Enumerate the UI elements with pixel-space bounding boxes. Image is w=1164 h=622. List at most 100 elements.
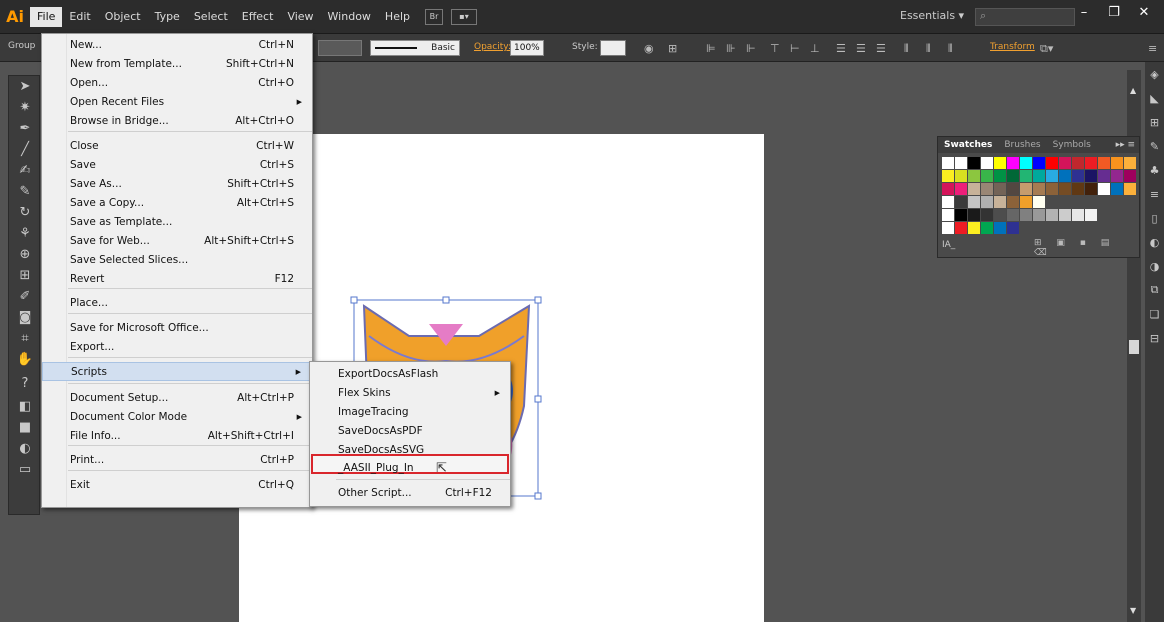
line-tool-icon[interactable]: ╱ bbox=[9, 139, 41, 160]
selection-tool-icon[interactable]: ➤ bbox=[9, 76, 41, 97]
tab-symbols[interactable]: Symbols bbox=[1047, 140, 1097, 150]
color-swatch[interactable] bbox=[981, 170, 993, 182]
graphic-style-dropdown[interactable] bbox=[600, 40, 626, 56]
swatch-library-menu[interactable]: IA_ bbox=[942, 240, 955, 250]
color-swatch[interactable] bbox=[981, 157, 993, 169]
color-swatch[interactable] bbox=[1020, 222, 1032, 234]
color-swatch[interactable] bbox=[1046, 209, 1058, 221]
color-swatch[interactable] bbox=[981, 183, 993, 195]
arrange-documents-button[interactable]: ▪▾ bbox=[451, 8, 477, 25]
brush-tool-icon[interactable]: ✍ bbox=[9, 160, 41, 181]
symbols-panel-icon[interactable]: ♣ bbox=[1145, 158, 1164, 182]
gradient-panel-icon[interactable]: ▯ bbox=[1145, 206, 1164, 230]
color-swatch[interactable] bbox=[994, 222, 1006, 234]
color-swatch[interactable] bbox=[955, 222, 967, 234]
color-swatch[interactable] bbox=[1098, 196, 1110, 208]
swatches-panel-icon[interactable]: ⊞ bbox=[1145, 110, 1164, 134]
transform-link[interactable]: Transform bbox=[990, 42, 1035, 52]
color-swatch[interactable] bbox=[955, 196, 967, 208]
color-swatch[interactable] bbox=[1020, 183, 1032, 195]
color-swatch[interactable] bbox=[955, 170, 967, 182]
menu-type[interactable]: Type bbox=[148, 7, 187, 27]
color-swatch[interactable] bbox=[955, 209, 967, 221]
color-swatch[interactable] bbox=[1059, 222, 1071, 234]
distribute-bottom-icon[interactable]: ☰ bbox=[876, 42, 886, 55]
color-swatch[interactable] bbox=[1072, 209, 1084, 221]
color-swatch[interactable] bbox=[942, 157, 954, 169]
color-swatch[interactable] bbox=[1111, 183, 1123, 195]
color-swatch[interactable] bbox=[1007, 222, 1019, 234]
color-swatch[interactable] bbox=[1124, 183, 1136, 195]
align-bottom-icon[interactable]: ⊥ bbox=[810, 42, 820, 55]
opacity-field[interactable]: 100% bbox=[510, 40, 544, 56]
file-menu-item[interactable]: Print... Ctrl+P bbox=[42, 450, 312, 469]
menu-edit[interactable]: Edit bbox=[62, 7, 97, 27]
file-menu-item[interactable]: Close Ctrl+W bbox=[42, 136, 312, 155]
file-menu-item[interactable]: New from Template... Shift+Ctrl+N bbox=[42, 54, 312, 73]
color-swatch[interactable] bbox=[1085, 196, 1097, 208]
isolate-icon[interactable]: ⧉▾ bbox=[1040, 42, 1053, 56]
align-right-icon[interactable]: ⊩ bbox=[746, 42, 756, 55]
pencil-tool-icon[interactable]: ✎ bbox=[9, 181, 41, 202]
color-swatch[interactable] bbox=[1111, 222, 1123, 234]
panel-menu-icon[interactable]: ≡ bbox=[1148, 42, 1157, 55]
color-swatch[interactable] bbox=[1111, 170, 1123, 182]
fill-swatch-icon[interactable]: ■ bbox=[9, 417, 41, 438]
color-swatch[interactable] bbox=[1085, 157, 1097, 169]
file-menu-item[interactable]: Save a Copy... Alt+Ctrl+S bbox=[42, 193, 312, 212]
scroll-up-icon[interactable]: ▲ bbox=[1130, 86, 1136, 95]
distribute-right-icon[interactable]: ⫴ bbox=[948, 42, 953, 56]
file-menu-item[interactable]: Save as Template... bbox=[42, 212, 312, 231]
color-swatch[interactable] bbox=[1020, 170, 1032, 182]
color-swatch[interactable] bbox=[1059, 183, 1071, 195]
color-swatch[interactable] bbox=[968, 222, 980, 234]
color-swatch[interactable] bbox=[1007, 157, 1019, 169]
appearance-panel-icon[interactable]: ◑ bbox=[1145, 254, 1164, 278]
color-swatch[interactable] bbox=[1085, 170, 1097, 182]
color-swatch[interactable] bbox=[955, 157, 967, 169]
align-middle-icon[interactable]: ⊢ bbox=[790, 42, 800, 55]
file-menu-item[interactable]: Save Selected Slices... bbox=[42, 250, 312, 269]
menu-select[interactable]: Select bbox=[187, 7, 235, 27]
color-swatch[interactable] bbox=[1007, 209, 1019, 221]
align-options-icon[interactable]: ⊞ bbox=[668, 42, 677, 55]
perspective-grid-icon[interactable]: ⊞ bbox=[9, 265, 41, 286]
color-swatch[interactable] bbox=[1020, 209, 1032, 221]
distribute-middle-icon[interactable]: ☰ bbox=[856, 42, 866, 55]
color-swatch[interactable] bbox=[1033, 222, 1045, 234]
color-swatch[interactable] bbox=[1098, 183, 1110, 195]
color-swatch[interactable] bbox=[1098, 170, 1110, 182]
menu-file[interactable]: File bbox=[30, 6, 63, 27]
shape-builder-icon[interactable]: ⊕ bbox=[9, 244, 41, 265]
file-menu-item[interactable]: Browse in Bridge... Alt+Ctrl+O bbox=[42, 111, 312, 130]
color-swatch[interactable] bbox=[1111, 209, 1123, 221]
script-menu-item[interactable]: SaveDocsAsSVG bbox=[310, 440, 510, 459]
color-swatch[interactable] bbox=[1098, 157, 1110, 169]
color-swatch[interactable] bbox=[1007, 196, 1019, 208]
menu-window[interactable]: Window bbox=[321, 7, 378, 27]
file-menu-item[interactable]: Document Color Mode ▶ bbox=[42, 407, 312, 426]
color-swatch[interactable] bbox=[1098, 222, 1110, 234]
file-menu-item[interactable]: Scripts ▶ bbox=[42, 362, 312, 381]
color-swatch[interactable] bbox=[1124, 157, 1136, 169]
file-menu-item[interactable]: Save for Microsoft Office... bbox=[42, 318, 312, 337]
brushes-panel-icon[interactable]: ✎ bbox=[1145, 134, 1164, 158]
file-menu-item[interactable]: New... Ctrl+N bbox=[42, 35, 312, 54]
color-swatch[interactable] bbox=[1033, 209, 1045, 221]
color-guide-icon[interactable]: ◈ bbox=[1145, 62, 1164, 86]
align-panel-icon[interactable]: ⊟ bbox=[1145, 326, 1164, 350]
color-swatch[interactable] bbox=[1046, 170, 1058, 182]
scroll-down-icon[interactable]: ▼ bbox=[1130, 606, 1136, 615]
menu-effect[interactable]: Effect bbox=[235, 7, 281, 27]
color-swatch[interactable] bbox=[1124, 222, 1136, 234]
file-menu-item[interactable]: Open... Ctrl+O bbox=[42, 73, 312, 92]
color-swatch[interactable] bbox=[968, 183, 980, 195]
color-swatch[interactable] bbox=[1046, 157, 1058, 169]
color-swatch[interactable] bbox=[1059, 170, 1071, 182]
panel-options-icon[interactable]: ▸▸ ≡ bbox=[1116, 140, 1139, 150]
color-swatch[interactable] bbox=[1085, 209, 1097, 221]
file-menu-item[interactable]: Revert F12 bbox=[42, 269, 312, 288]
color-mode-icon[interactable]: ◐ bbox=[9, 438, 41, 459]
file-menu-item[interactable]: File Info... Alt+Shift+Ctrl+I bbox=[42, 426, 312, 445]
color-swatch[interactable] bbox=[1020, 196, 1032, 208]
